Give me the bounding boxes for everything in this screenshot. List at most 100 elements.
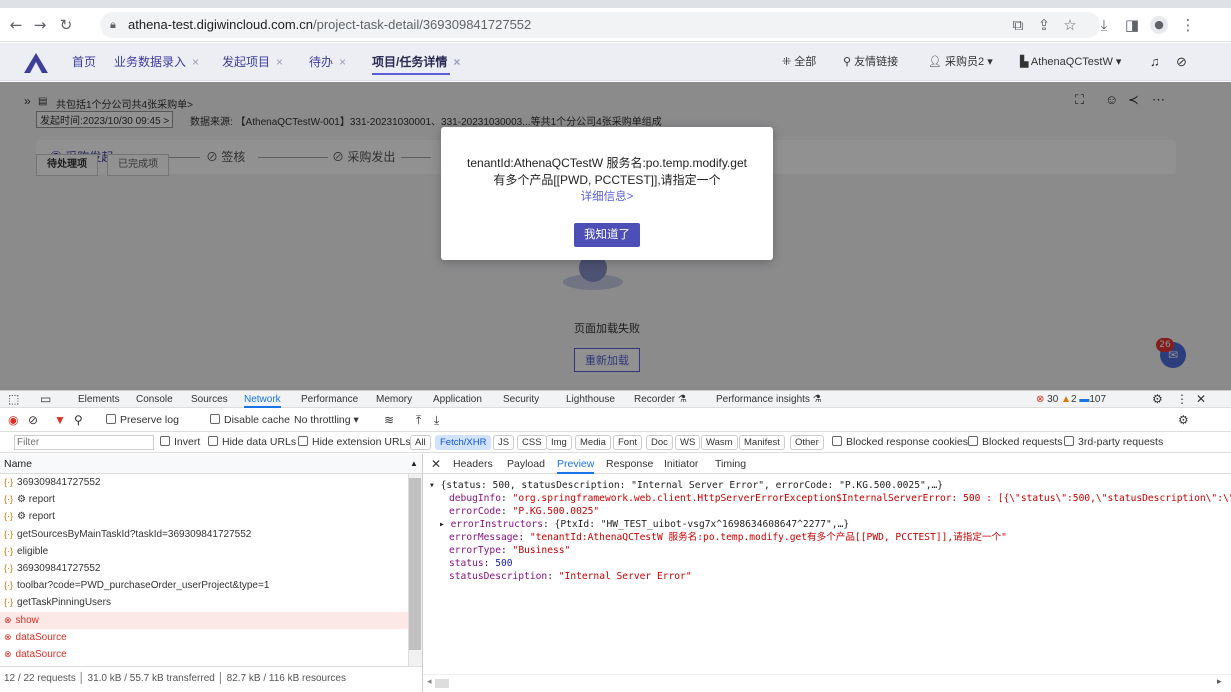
detail-tab-payload[interactable]: Payload (507, 454, 545, 474)
tab-business-data[interactable]: 业务数据录入 × (114, 43, 199, 81)
share-icon[interactable]: ⇪ (1036, 17, 1052, 33)
import-icon[interactable]: ⤒ (416, 408, 421, 432)
help-icon[interactable]: ⊘ (1176, 43, 1187, 81)
name-column-header[interactable]: Name ▲ (0, 454, 422, 474)
tab-todo[interactable]: 待办 × (309, 43, 346, 81)
chip-wasm[interactable]: Wasm (701, 435, 738, 450)
close-icon[interactable]: × (339, 55, 346, 69)
devtools-tab-network[interactable]: Network (244, 391, 281, 408)
checkbox[interactable] (298, 436, 308, 446)
devtools-tab-sources[interactable]: Sources (191, 391, 228, 408)
address-bar[interactable]: 🔒︎ athena-test.digiwincloud.com.cn/projec… (100, 12, 1100, 38)
close-devtools-icon[interactable]: ✕ (1196, 391, 1206, 408)
close-icon[interactable]: × (192, 55, 199, 69)
scroll-right-icon[interactable]: ▸ (1217, 677, 1222, 687)
detail-tab-response[interactable]: Response (606, 454, 653, 474)
wifi-icon[interactable]: ≋ (384, 408, 394, 432)
checkbox[interactable] (1064, 436, 1074, 446)
scroll-left-icon[interactable]: ◂ (427, 677, 432, 687)
request-row[interactable]: {·} 369309841727552 (0, 560, 408, 577)
reload-icon[interactable]: ↻ (56, 17, 76, 33)
devtools-tab-security[interactable]: Security (503, 391, 539, 408)
close-icon[interactable]: ✕ (431, 454, 441, 474)
tab-home[interactable]: 首页 (72, 43, 96, 81)
menu-kebab-icon[interactable]: ⋮ (1180, 17, 1196, 33)
json-row-errorinstructors[interactable]: ▸ errorInstructors: {PtxId: "HW_TEST_uib… (439, 519, 849, 531)
detail-tab-headers[interactable]: Headers (453, 454, 493, 474)
clear-icon[interactable]: ⊘ (28, 408, 38, 432)
chip-all[interactable]: All (410, 435, 431, 450)
checkbox[interactable] (106, 414, 116, 424)
scrollbar-thumb[interactable] (435, 679, 449, 688)
devtools-tab-performance-insights[interactable]: Performance insights ⚗ (716, 391, 822, 408)
back-icon[interactable]: ← (8, 17, 24, 33)
chip-media[interactable]: Media (575, 435, 611, 450)
request-row[interactable]: ⊗ dataSource (0, 629, 408, 646)
filter-input[interactable] (14, 435, 154, 450)
devtools-tab-recorder[interactable]: Recorder ⚗ (634, 391, 687, 408)
checkbox[interactable] (208, 436, 218, 446)
translate-icon[interactable]: ⧉ (1010, 17, 1026, 33)
devtools-menu-icon[interactable]: ⋮ (1176, 391, 1188, 408)
all-apps-button[interactable]: ⁜ 全部 (782, 43, 816, 81)
blocked-cookies-checkbox[interactable]: Blocked response cookies (832, 432, 968, 453)
settings-gear-icon[interactable]: ⚙ (1152, 391, 1163, 408)
export-icon[interactable]: ⤓ (434, 408, 439, 432)
forward-icon[interactable]: → (32, 17, 48, 33)
bell-icon[interactable]: ♫ (1150, 43, 1160, 81)
bookmark-star-icon[interactable]: ☆ (1062, 17, 1078, 33)
json-root-summary[interactable]: ▾ {status: 500, statusDescription: "Inte… (429, 480, 943, 492)
user-menu[interactable]: 👤︎ 采购员2 ▾ (928, 43, 993, 81)
detail-link[interactable]: 详细信息> (441, 188, 773, 204)
download-icon[interactable]: ⤓ (1096, 17, 1112, 33)
devtools-tab-elements[interactable]: Elements (78, 391, 120, 408)
issues-counter[interactable]: ⊗ 30 ▲2 ▬107 (1036, 391, 1106, 408)
chip-other[interactable]: Other (790, 435, 824, 450)
detail-tab-preview[interactable]: Preview (557, 454, 595, 474)
devtools-tab-application[interactable]: Application (433, 391, 482, 408)
chip-img[interactable]: Img (546, 435, 572, 450)
invert-checkbox[interactable]: Invert (160, 432, 200, 453)
search-icon[interactable]: ⚲ (74, 408, 83, 432)
preview-horizontal-scrollbar[interactable]: ◂ ▸ (423, 674, 1231, 692)
checkbox[interactable] (160, 436, 170, 446)
record-icon[interactable]: ◉ (8, 408, 18, 432)
tab-project-detail[interactable]: 项目/任务详情 × (372, 43, 460, 81)
checkbox[interactable] (832, 436, 842, 446)
blocked-requests-checkbox[interactable]: Blocked requests (968, 432, 1063, 453)
disable-cache-checkbox[interactable]: Disable cache (210, 408, 290, 432)
throttling-select[interactable]: No throttling ▾ (294, 408, 359, 432)
third-party-checkbox[interactable]: 3rd-party requests (1064, 432, 1163, 453)
devtools-tab-performance[interactable]: Performance (301, 391, 358, 408)
ok-button[interactable]: 我知道了 (574, 223, 640, 247)
request-row[interactable]: {·} 369309841727552 (0, 474, 408, 491)
close-icon[interactable]: × (453, 55, 460, 69)
checkbox[interactable] (210, 414, 220, 424)
links-button[interactable]: ⚲ 友情链接 (843, 43, 898, 81)
chip-manifest[interactable]: Manifest (739, 435, 785, 450)
request-row[interactable]: {·} eligible (0, 543, 408, 560)
detail-tab-initiator[interactable]: Initiator (664, 454, 698, 474)
scrollbar-thumb[interactable] (409, 478, 421, 650)
preserve-log-checkbox[interactable]: Preserve log (106, 408, 179, 432)
request-row[interactable]: ⊗ dataSource (0, 646, 408, 663)
tenant-menu[interactable]: ▙ AthenaQCTestW ▾ (1020, 43, 1121, 81)
hide-data-checkbox[interactable]: Hide data URLs (208, 432, 296, 453)
tab-start-project[interactable]: 发起项目 × (222, 43, 283, 81)
inspect-icon[interactable]: ⬚ (8, 391, 19, 408)
request-row[interactable]: ⊗ show (0, 611, 408, 629)
chip-font[interactable]: Font (613, 435, 643, 450)
request-row[interactable]: {·} ⚙ report (0, 508, 408, 525)
chip-ws[interactable]: WS (675, 435, 701, 450)
filter-funnel-icon[interactable]: ▼ (54, 408, 66, 432)
devtools-tab-console[interactable]: Console (136, 391, 173, 408)
sidepanel-icon[interactable]: ◨ (1124, 17, 1140, 33)
request-row[interactable]: {·} ⚙ report (0, 491, 408, 508)
devtools-tab-memory[interactable]: Memory (376, 391, 412, 408)
hide-ext-checkbox[interactable]: Hide extension URLs (298, 432, 411, 453)
chip-css[interactable]: CSS (517, 435, 547, 450)
device-toolbar-icon[interactable]: ▭ (40, 391, 51, 408)
detail-tab-timing[interactable]: Timing (715, 454, 746, 474)
chip-js[interactable]: JS (493, 435, 515, 450)
profile-avatar-icon[interactable]: ● (1150, 16, 1168, 34)
